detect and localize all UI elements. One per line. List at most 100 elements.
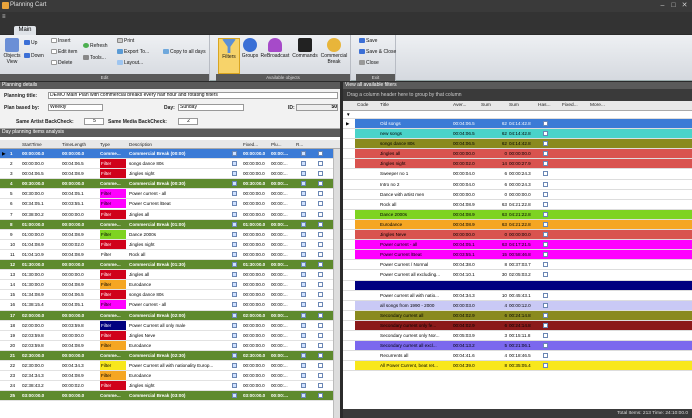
table-row[interactable]: 20 02:03:59.8 00:04:08.9 Filter Eurodance 00:… xyxy=(0,340,340,351)
row-checkbox[interactable] xyxy=(232,302,237,308)
col-sum2[interactable]: Sum xyxy=(509,103,519,108)
has-checkbox[interactable] xyxy=(543,191,548,197)
row-r-checkbox[interactable] xyxy=(301,393,306,399)
row-checkbox[interactable] xyxy=(232,241,237,247)
filter-row[interactable]: Sweeper no 1 00:00:04.0 6 00:00:24.3 xyxy=(343,169,692,180)
row-extra-checkbox[interactable] xyxy=(318,201,323,207)
filter-row[interactable]: Secondary current only fe... 00:04:02.9 6 0… xyxy=(343,320,692,331)
has-checkbox[interactable] xyxy=(543,171,548,177)
export-to-button[interactable]: Export To... xyxy=(117,49,149,55)
table-row[interactable]: 15 01:34:08.9 00:04:06.5 Filter songs dance … xyxy=(0,290,340,301)
row-r-checkbox[interactable] xyxy=(301,171,306,177)
row-r-checkbox[interactable] xyxy=(301,272,306,278)
filter-row[interactable]: songs dance 80s 00:04:06.5 62 04:14:42.8 xyxy=(343,139,692,150)
col-has[interactable]: Has... xyxy=(538,103,551,108)
day-grid-scrollbar[interactable] xyxy=(333,149,340,418)
has-checkbox[interactable] xyxy=(543,201,548,207)
table-row[interactable]: 4 00:30:00.0 00:00:00.0 Comme... Commercial … xyxy=(0,179,340,190)
table-row[interactable]: 2 00:00:00.0 00:04:06.5 Filter songs dance 8… xyxy=(0,159,340,170)
table-row[interactable]: 13 01:30:00.0 00:00:00.0 Filter Jingles all 0… xyxy=(0,270,340,281)
delete-button[interactable]: Delete xyxy=(51,60,72,66)
row-checkbox[interactable] xyxy=(232,251,237,257)
has-checkbox[interactable] xyxy=(543,262,548,268)
row-r-checkbox[interactable] xyxy=(301,282,306,288)
filter-row[interactable]: ▶ Old songs 00:04:06.5 62 04:14:42.8 xyxy=(343,119,692,130)
tab-main[interactable]: Main xyxy=(14,26,36,35)
has-checkbox[interactable] xyxy=(543,221,548,227)
artist-backcheck-stepper[interactable]: 5 xyxy=(84,118,104,125)
filter-row[interactable] xyxy=(343,280,692,291)
filters-button[interactable]: Filters xyxy=(218,38,240,74)
rebroadcast-button[interactable]: ReBroadcast xyxy=(260,38,290,59)
table-row[interactable]: 22 02:30:00.0 00:04:34.3 Filter Power Curren… xyxy=(0,360,340,372)
row-extra-checkbox[interactable] xyxy=(318,171,323,177)
table-row[interactable]: 9 01:00:00.0 00:04:08.9 Filter Dance 2000s 00… xyxy=(0,229,340,240)
commands-button[interactable]: Commands xyxy=(292,38,318,59)
filter-row[interactable]: all songs from 1990 - 2000 00:00:03.0 4 00:… xyxy=(343,300,692,311)
row-extra-checkbox[interactable] xyxy=(318,191,323,197)
quick-access-menu-icon[interactable]: ≡ xyxy=(2,14,10,21)
has-checkbox[interactable] xyxy=(543,161,548,167)
objects-view-button[interactable]: Objects View xyxy=(2,38,22,65)
table-row[interactable]: 3 00:04:06.5 00:04:08.9 Filter Jingles night… xyxy=(0,169,340,180)
row-extra-checkbox[interactable] xyxy=(318,262,323,268)
row-checkbox[interactable] xyxy=(232,383,237,389)
has-checkbox[interactable] xyxy=(543,332,548,338)
table-row[interactable]: 25 03:00:00.0 00:00:00.0 Comme... Commercial… xyxy=(0,391,340,402)
row-r-checkbox[interactable] xyxy=(301,262,306,268)
has-checkbox[interactable] xyxy=(543,353,548,359)
plan-based-select[interactable]: Weekly xyxy=(48,104,103,111)
col-r[interactable]: R... xyxy=(296,142,303,147)
close-button[interactable]: Close xyxy=(359,60,379,66)
table-row[interactable]: 17 02:00:00.0 00:00:00.0 Comme... Commercial… xyxy=(0,310,340,321)
has-checkbox[interactable] xyxy=(543,141,548,147)
media-backcheck-stepper[interactable]: 2 xyxy=(178,118,198,125)
filter-row[interactable]: Jingles Neve 00:00:00.0 0 00:00:00.0 xyxy=(343,230,692,241)
edit-item-button[interactable]: Edit item xyxy=(51,49,77,55)
print-button[interactable]: Print xyxy=(117,38,134,44)
table-row[interactable]: 11 01:04:10.9 00:04:08.9 Filter Rock all 00:0… xyxy=(0,249,340,261)
has-checkbox[interactable] xyxy=(543,322,548,328)
filter-row[interactable]: Dance with artist men 00:00:00.0 0 00:00:00… xyxy=(343,189,692,200)
maximize-icon[interactable]: □ xyxy=(669,1,678,10)
row-extra-checkbox[interactable] xyxy=(318,362,323,368)
row-extra-checkbox[interactable] xyxy=(318,332,323,338)
row-extra-checkbox[interactable] xyxy=(318,282,323,288)
table-row[interactable]: 21 02:30:00.0 00:00:00.0 Comme... Commercial… xyxy=(0,350,340,361)
row-r-checkbox[interactable] xyxy=(301,383,306,389)
table-row[interactable]: 5 00:30:00.0 00:04:05.1 Filter Power current… xyxy=(0,189,340,200)
row-checkbox[interactable] xyxy=(232,262,237,268)
has-checkbox[interactable] xyxy=(543,272,548,278)
table-row[interactable]: 8 01:00:00.0 00:00:00.0 Comme... Commercial … xyxy=(0,219,340,230)
day-select[interactable]: Sunday xyxy=(178,104,244,111)
row-extra-checkbox[interactable] xyxy=(318,221,323,227)
row-extra-checkbox[interactable] xyxy=(318,161,323,167)
commercial-break-button[interactable]: Commercial Break xyxy=(319,38,349,65)
table-row[interactable]: 24 02:38:43.2 00:00:02.0 Filter Jingles nigh… xyxy=(0,381,340,392)
filter-row[interactable]: Jingles all 00:00:00.0 0 00:00:00.0 xyxy=(343,149,692,160)
row-checkbox[interactable] xyxy=(232,282,237,288)
row-extra-checkbox[interactable] xyxy=(318,393,323,399)
row-extra-checkbox[interactable] xyxy=(318,151,323,156)
row-extra-checkbox[interactable] xyxy=(318,231,323,237)
row-checkbox[interactable] xyxy=(232,312,237,318)
row-r-checkbox[interactable] xyxy=(301,181,306,187)
has-checkbox[interactable] xyxy=(543,181,548,187)
row-extra-checkbox[interactable] xyxy=(318,352,323,358)
save-close-button[interactable]: Save & Close xyxy=(359,49,396,55)
filter-row[interactable]: Secondary current only Nor... 00:05:03.9 3… xyxy=(343,330,692,342)
refresh-button[interactable]: Refresh xyxy=(83,43,108,49)
row-r-checkbox[interactable] xyxy=(301,201,306,207)
filter-row[interactable]: Power current all with natio... 00:04:34.… xyxy=(343,290,692,301)
row-checkbox[interactable] xyxy=(232,161,237,167)
row-extra-checkbox[interactable] xyxy=(318,312,323,318)
table-row[interactable]: 18 02:00:00.0 00:03:59.8 Filter Power Curren… xyxy=(0,320,340,331)
col-fixed-f[interactable]: Fixed... xyxy=(562,103,578,108)
table-row[interactable]: 16 01:38:15.4 00:04:05.1 Filter Power curren… xyxy=(0,300,340,311)
has-checkbox[interactable] xyxy=(543,151,548,157)
row-checkbox[interactable] xyxy=(232,231,237,237)
table-row[interactable]: 23 02:34:34.3 00:04:08.9 Filter Eurodance 00:… xyxy=(0,371,340,382)
filter-row[interactable]: Power current - all 00:04:05.1 63 04:17:21.… xyxy=(343,240,692,251)
row-r-checkbox[interactable] xyxy=(301,312,306,318)
filter-row-input[interactable]: ▼ xyxy=(343,111,692,119)
